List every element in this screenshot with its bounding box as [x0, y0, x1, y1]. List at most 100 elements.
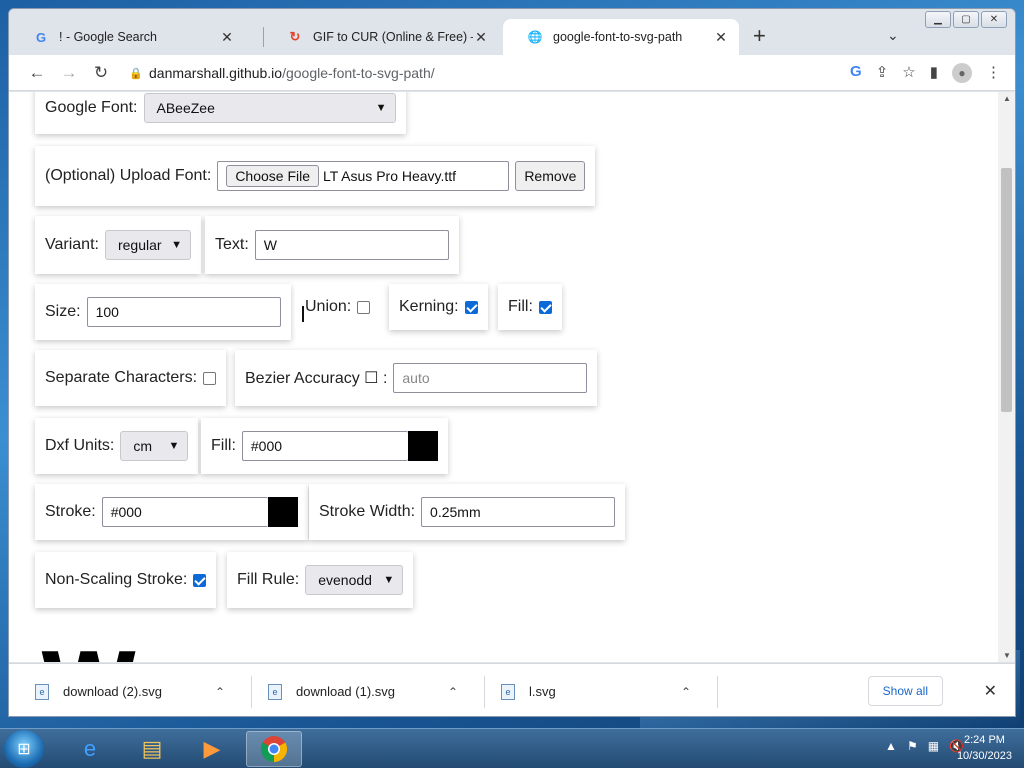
- close-window-button[interactable]: ✕: [981, 11, 1007, 28]
- stroke-label: Stroke:: [45, 503, 96, 520]
- tab-search-chevron-icon[interactable]: ⌄: [887, 27, 899, 44]
- kerning-checkbox[interactable]: [464, 300, 478, 314]
- download-name: download (2).svg: [63, 684, 162, 699]
- union-label: Union:: [305, 298, 352, 315]
- fill-checkbox[interactable]: [538, 300, 552, 314]
- chevron-down-icon: ▼: [383, 574, 395, 586]
- fill-rule-select[interactable]: evenodd ▼: [305, 565, 404, 595]
- url-path: /google-font-to-svg-path/: [282, 65, 435, 81]
- back-arrow-icon[interactable]: ←: [21, 63, 53, 83]
- address-bar[interactable]: 🔒 danmarshall.github.io/google-font-to-s…: [129, 61, 869, 85]
- new-tab-button[interactable]: +: [753, 25, 766, 47]
- tab-google-search[interactable]: G ! - Google Search ✕: [9, 19, 245, 55]
- media-player-icon[interactable]: ▶: [184, 731, 240, 767]
- tab-title: GIF to CUR (Online & Free) — C: [313, 30, 473, 44]
- download-item[interactable]: e download (2).svg ⌃: [9, 664, 241, 716]
- close-shelf-icon[interactable]: ✕: [984, 681, 997, 701]
- non-scaling-checkbox[interactable]: [193, 573, 207, 587]
- chevron-up-icon[interactable]: ⌃: [448, 685, 458, 699]
- fill-rule-label: Fill Rule:: [237, 571, 300, 588]
- fill-color-input[interactable]: #000: [241, 431, 408, 461]
- url-host: danmarshall.github.io: [149, 65, 283, 81]
- close-tab-icon[interactable]: ✕: [219, 29, 235, 46]
- side-panel-icon[interactable]: ▮: [930, 63, 938, 83]
- internet-explorer-icon[interactable]: e: [62, 731, 118, 767]
- text-label: Text:: [215, 236, 249, 253]
- close-tab-icon[interactable]: ✕: [473, 29, 489, 46]
- chevron-down-icon: ▼: [171, 239, 182, 251]
- system-clock[interactable]: 2:24 PM 10/30/2023: [957, 732, 1012, 764]
- download-item[interactable]: e download (1).svg ⌃: [242, 664, 474, 716]
- profile-avatar-icon[interactable]: ●: [952, 63, 972, 83]
- bookmark-star-icon[interactable]: ☆: [902, 63, 915, 83]
- google-font-card: Google Font: ABeeZee ▼: [35, 92, 406, 134]
- browser-window: ▁ ▢ ✕ G ! - Google Search ✕ ↻ GIF to CUR…: [8, 8, 1016, 717]
- close-tab-icon[interactable]: ✕: [713, 29, 729, 46]
- google-font-select[interactable]: ABeeZee ▼: [143, 93, 396, 123]
- stroke-color-input[interactable]: #000: [101, 497, 268, 527]
- size-input[interactable]: 100: [86, 297, 281, 327]
- download-name: download (1).svg: [296, 684, 395, 699]
- svg-preview-glyph: W: [39, 642, 138, 663]
- separate-label: Separate Characters:: [45, 369, 198, 386]
- show-all-button[interactable]: Show all: [867, 676, 943, 706]
- upload-font-label: (Optional) Upload Font:: [45, 167, 212, 184]
- maximize-button[interactable]: ▢: [953, 11, 979, 28]
- start-button-windows-icon[interactable]: ⊞: [4, 730, 44, 768]
- chevron-up-icon[interactable]: ⌃: [215, 685, 225, 699]
- google-lens-icon[interactable]: G: [850, 63, 862, 83]
- bezier-input[interactable]: auto: [393, 363, 588, 393]
- download-name: l.svg: [529, 684, 556, 699]
- tab-google-font-to-svg-path[interactable]: 🌐 google-font-to-svg-path ✕: [503, 19, 739, 55]
- separate-checkbox[interactable]: [203, 371, 217, 385]
- scroll-up-arrow-icon[interactable]: ▲: [1003, 94, 1011, 103]
- scrollbar-thumb[interactable]: [1001, 168, 1012, 412]
- dxf-units-select[interactable]: cm ▼: [120, 431, 189, 461]
- file-explorer-icon[interactable]: ▤: [124, 731, 180, 767]
- text-input[interactable]: W: [254, 230, 449, 260]
- tab-gif-to-cur[interactable]: ↻ GIF to CUR (Online & Free) — C ✕: [263, 19, 499, 55]
- bezier-card: Bezier Accuracy ☐ : auto: [235, 350, 598, 406]
- page-scrollbar[interactable]: ▲ ▼: [998, 92, 1015, 662]
- network-icon[interactable]: ▦: [928, 739, 939, 753]
- fill-check-label: Fill:: [508, 298, 533, 315]
- action-center-flag-icon[interactable]: ⚑: [907, 739, 918, 753]
- download-separator: [717, 676, 718, 708]
- tray-expand-icon[interactable]: ▲: [885, 739, 897, 753]
- choose-file-button[interactable]: Choose File: [226, 165, 320, 187]
- separate-card: Separate Characters:: [35, 350, 227, 406]
- convertio-icon: ↻: [289, 29, 301, 44]
- fill-rule-value: evenodd: [318, 572, 372, 588]
- download-item[interactable]: e l.svg ⌃: [475, 664, 707, 716]
- svg-file-icon: e: [501, 683, 515, 700]
- dxf-units-card: Dxf Units: cm ▼: [35, 418, 199, 474]
- chrome-icon[interactable]: [246, 731, 302, 767]
- google-font-label: Google Font:: [45, 99, 138, 116]
- minimize-button[interactable]: ▁: [925, 11, 951, 28]
- variant-select[interactable]: regular ▼: [104, 230, 191, 260]
- menu-kebab-icon[interactable]: ⋮: [986, 63, 1001, 83]
- size-label: Size:: [45, 303, 81, 320]
- forward-arrow-icon[interactable]: →: [53, 63, 85, 83]
- fill-color-label: Fill:: [211, 437, 236, 454]
- stroke-width-input[interactable]: 0.25mm: [421, 497, 616, 527]
- taskbar: ⊞ e ▤ ▶ ▲ ⚑ ▦ 🔇 2:24 PM 10/30/2023: [0, 728, 1024, 768]
- scroll-down-arrow-icon[interactable]: ▼: [1003, 651, 1011, 660]
- union-checkbox[interactable]: [357, 300, 371, 314]
- share-icon[interactable]: ⇪: [876, 63, 889, 83]
- lock-icon[interactable]: 🔒: [129, 67, 143, 80]
- remove-button[interactable]: Remove: [515, 161, 586, 191]
- google-g-icon: G: [35, 29, 47, 45]
- bezier-label: Bezier Accuracy ☐ :: [245, 370, 388, 387]
- svg-file-icon: e: [268, 683, 282, 700]
- stroke-color-swatch[interactable]: [267, 497, 298, 527]
- text-card: Text: W: [205, 216, 459, 274]
- union-card: Union:: [295, 284, 381, 330]
- reload-icon[interactable]: ↻: [85, 63, 117, 83]
- toolbar-actions: G ⇪ ☆ ▮ ● ⋮: [850, 63, 1001, 83]
- chevron-up-icon[interactable]: ⌃: [681, 685, 691, 699]
- file-input[interactable]: Choose File LT Asus Pro Heavy.ttf: [217, 161, 510, 191]
- stroke-width-label: Stroke Width:: [319, 503, 416, 520]
- non-scaling-card: Non-Scaling Stroke:: [35, 552, 217, 608]
- fill-color-swatch[interactable]: [407, 431, 438, 461]
